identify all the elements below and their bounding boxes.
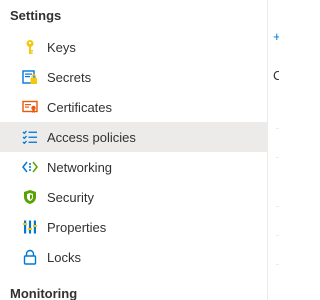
sidebar-item-networking[interactable]: Networking bbox=[0, 152, 267, 182]
sidebar-item-certificates[interactable]: Certificates bbox=[0, 92, 267, 122]
pane-row-divider bbox=[276, 128, 279, 129]
sidebar-item-label: Certificates bbox=[47, 99, 113, 115]
certificate-icon bbox=[22, 99, 38, 115]
access-policies-icon bbox=[22, 129, 38, 145]
sidebar-item-label: Locks bbox=[47, 249, 81, 265]
sidebar-item-security[interactable]: Security bbox=[0, 182, 267, 212]
sidebar-nav: Keys Secrets Certificates Access policie… bbox=[0, 32, 267, 272]
sidebar-item-keys[interactable]: Keys bbox=[0, 32, 267, 62]
settings-section-header: Settings bbox=[10, 8, 62, 23]
properties-icon bbox=[22, 219, 38, 235]
sidebar-item-label: Keys bbox=[47, 39, 76, 55]
sidebar-item-label: Secrets bbox=[47, 69, 92, 85]
lock-icon bbox=[22, 249, 38, 265]
sidebar-item-locks[interactable]: Locks bbox=[0, 242, 267, 272]
sidebar-item-label: Networking bbox=[47, 159, 113, 175]
sidebar-item-label: Security bbox=[47, 189, 94, 205]
add-button[interactable]: + bbox=[273, 30, 279, 43]
sidebar: Settings Keys Secrets Certificates Acces… bbox=[0, 0, 267, 300]
key-icon bbox=[22, 39, 38, 55]
sidebar-item-properties[interactable]: Properties bbox=[0, 212, 267, 242]
pane-row-divider bbox=[276, 206, 279, 207]
networking-icon bbox=[22, 159, 38, 175]
shield-icon bbox=[22, 189, 38, 205]
secret-icon bbox=[22, 69, 38, 85]
content-pane: + C bbox=[268, 0, 279, 300]
sidebar-item-label: Properties bbox=[47, 219, 107, 235]
sidebar-item-secrets[interactable]: Secrets bbox=[0, 62, 267, 92]
pane-partial-text: C bbox=[273, 68, 279, 83]
pane-row-divider bbox=[276, 264, 279, 265]
monitoring-section-header: Monitoring bbox=[10, 286, 78, 300]
app-frame: Settings Keys Secrets Certificates Acces… bbox=[0, 0, 279, 300]
pane-row-divider bbox=[276, 235, 279, 236]
sidebar-item-label: Access policies bbox=[47, 129, 136, 145]
sidebar-item-access-policies[interactable]: Access policies bbox=[0, 122, 267, 152]
pane-row-divider bbox=[276, 157, 279, 158]
